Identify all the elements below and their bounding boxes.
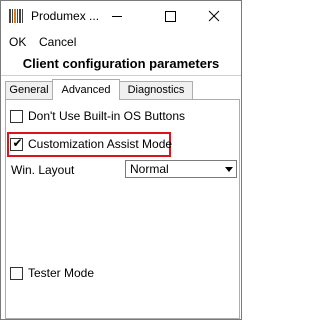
app-icon [8,8,24,24]
win-layout-label: Win. Layout [11,163,75,177]
win-layout-value: Normal [130,162,169,176]
advanced-panel: Don't Use Built-in OS Buttons ✔ Customiz… [5,99,240,319]
menu-cancel[interactable]: Cancel [39,35,76,49]
checkbox-box[interactable] [10,267,23,280]
minimize-button[interactable] [99,1,135,31]
checkbox-box[interactable]: ✔ [10,136,23,151]
tab-strip: General Advanced Diagnostics [5,79,239,100]
win-layout-select[interactable]: Normal [125,160,237,178]
minimize-icon [112,16,122,17]
checkbox-label: Don't Use Built-in OS Buttons [28,109,186,123]
maximize-button[interactable] [152,1,188,31]
page-title: Client configuration parameters [22,56,220,71]
window-title: Produmex ... [31,9,100,23]
tab-advanced[interactable]: Advanced [52,79,120,100]
checkmark-icon: ✔ [12,136,23,150]
tab-general[interactable]: General [5,81,53,99]
chevron-down-icon[interactable] [221,161,236,177]
header: Client configuration parameters [1,53,241,76]
title-bar[interactable]: Produmex ... [1,1,241,31]
close-button[interactable] [196,1,232,31]
dialog-window: Produmex ... OK Cancel Client configurat… [0,0,242,320]
checkbox-label: Tester Mode [28,266,95,280]
tab-diagnostics[interactable]: Diagnostics [119,81,193,99]
maximize-icon [165,11,176,22]
close-icon [208,10,220,22]
checkbox-label: Customization Assist Mode [28,137,173,151]
menu-ok[interactable]: OK [9,35,26,49]
menu-bar: OK Cancel [1,32,241,52]
checkbox-box[interactable] [10,110,23,123]
